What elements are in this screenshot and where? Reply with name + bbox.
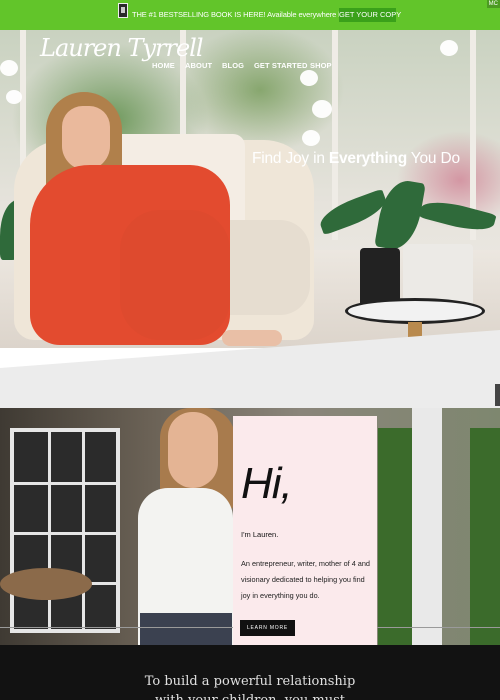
learn-more-button[interactable]: LEARN MORE <box>240 620 295 636</box>
door-mullion <box>14 482 116 485</box>
nav-blog[interactable]: BLOG <box>222 61 244 70</box>
wooden-table <box>0 568 92 600</box>
corner-badge: MC <box>486 0 500 8</box>
hero-section <box>0 30 500 348</box>
french-door <box>10 428 120 633</box>
quote-section: To build a powerful relationship with yo… <box>0 645 500 700</box>
quote-text: To build a powerful relationship with yo… <box>0 672 500 700</box>
door-mullion <box>14 532 116 535</box>
side-table <box>345 298 485 324</box>
face <box>168 412 218 488</box>
greeting-heading: Hi, <box>241 459 293 508</box>
nav-about[interactable]: ABOUT <box>185 61 212 70</box>
book-icon <box>118 3 128 18</box>
orchid-flower <box>0 60 18 76</box>
intro-name: I'm Lauren. <box>241 530 279 539</box>
hero-tagline: Find Joy in Everything You Do <box>252 150 460 168</box>
about-card: Hi, I'm Lauren. An entrepreneur, writer,… <box>233 416 377 646</box>
tagline-part: You Do <box>406 150 460 167</box>
nav-get-started[interactable]: GET STARTED <box>254 61 307 70</box>
nav-home[interactable]: HOME <box>152 61 175 70</box>
quote-line: To build a powerful relationship <box>144 674 356 689</box>
site-logo[interactable]: Lauren Tyrrell <box>40 34 204 62</box>
door-mullion <box>82 432 85 629</box>
greenery <box>378 428 414 645</box>
orchid-flower <box>6 90 22 104</box>
jeans <box>140 613 232 645</box>
red-outfit-leg <box>120 210 230 340</box>
feet <box>222 330 282 346</box>
bio-text: An entrepreneur, writer, mother of 4 and… <box>241 559 370 600</box>
greenery <box>470 428 500 645</box>
quote-line: with your children, you must <box>0 691 500 700</box>
orchid-flower <box>312 100 332 118</box>
orchid-flower <box>440 40 458 56</box>
nav-shop[interactable]: SHOP <box>310 61 332 70</box>
side-tab[interactable] <box>495 384 500 406</box>
orchid-flower <box>302 130 320 146</box>
face <box>62 106 110 170</box>
get-your-copy-button[interactable]: GET YOUR COPY <box>339 8 401 22</box>
plant-leaf <box>418 195 497 237</box>
column <box>412 408 442 645</box>
orchid-flower <box>300 70 318 86</box>
tagline-emphasis: Everything <box>328 150 407 167</box>
tagline-part: Find Joy in <box>252 150 329 167</box>
promo-banner: THE #1 BESTSELLING BOOK IS HERE! Availab… <box>0 0 500 30</box>
